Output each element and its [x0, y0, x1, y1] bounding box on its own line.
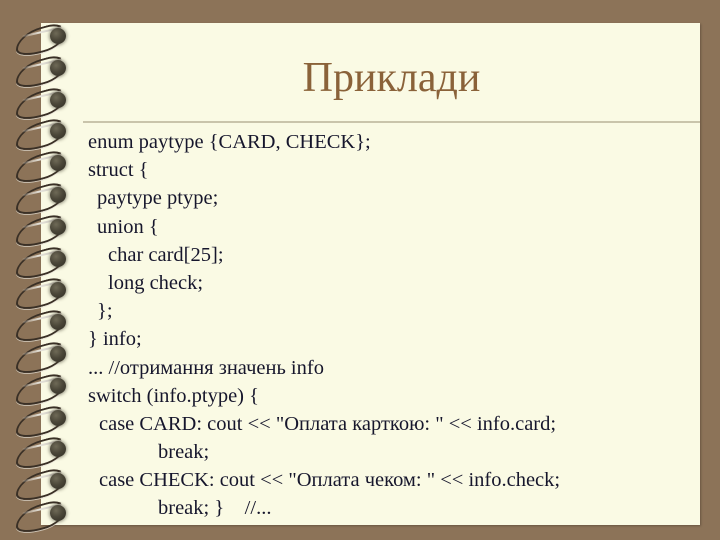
title-divider [83, 121, 700, 123]
code-line: switch (info.ptype) { [88, 384, 259, 407]
code-line: break; } //... [158, 497, 272, 520]
code-line: ... //отримання значень info [88, 356, 324, 379]
presentation-slide: Приклади enum paytype {CARD, CHECK}; stru… [0, 0, 720, 540]
code-line: case CARD: cout << "Оплата карткою: " <<… [99, 412, 557, 435]
code-listing: enum paytype {CARD, CHECK}; struct { payty… [88, 128, 708, 523]
code-line: }; [97, 300, 113, 323]
code-line: case CHECK: cout << "Оплата чеком: " << … [99, 469, 561, 492]
code-line: struct { [88, 159, 149, 182]
code-line: long check; [108, 271, 204, 294]
code-line: enum paytype {CARD, CHECK}; [88, 131, 371, 153]
code-line: char card[25]; [108, 243, 224, 266]
page-title: Приклади [302, 55, 481, 101]
code-line: } info; [88, 328, 142, 351]
code-line: break; [158, 441, 210, 464]
code-line: paytype ptype; [97, 187, 219, 210]
code-line: union { [97, 215, 159, 238]
